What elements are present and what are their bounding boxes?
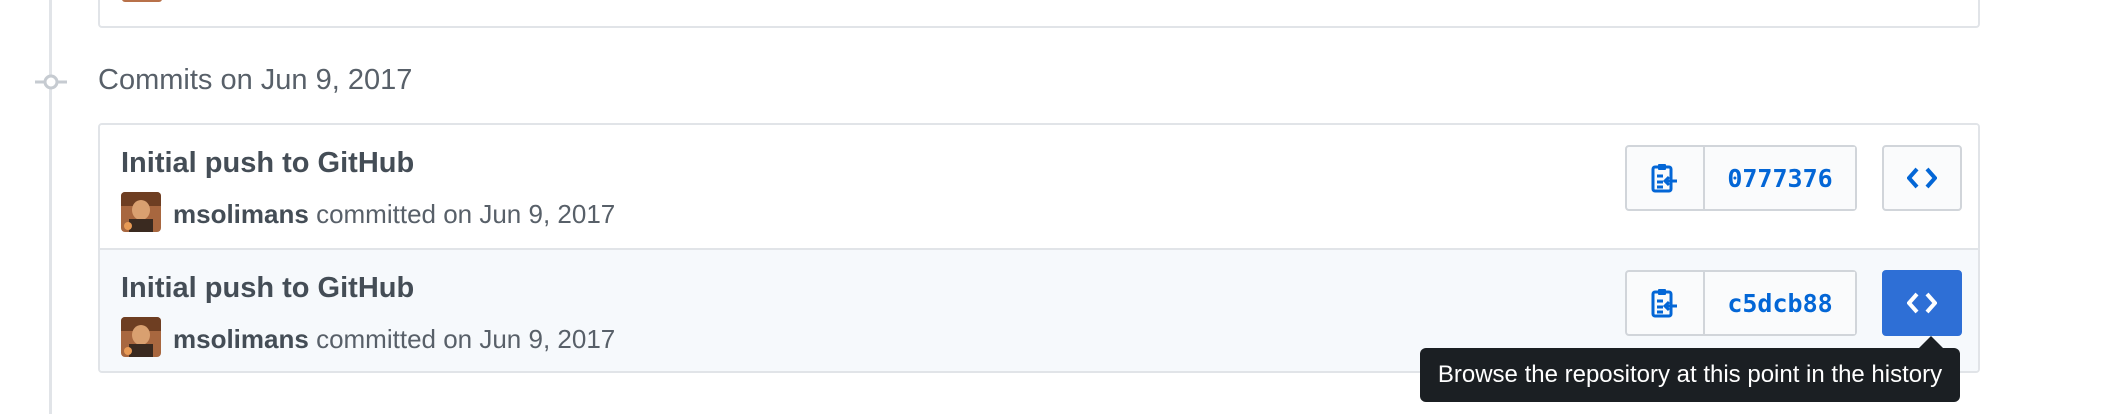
commits-page: Commits on Jun 9, 2017 Initial push to G… [0, 0, 2128, 414]
commit-node-icon [35, 74, 67, 90]
browse-repo-button[interactable] [1882, 145, 1962, 211]
avatar[interactable] [122, 0, 162, 2]
timeline-line [49, 0, 52, 414]
copy-sha-button[interactable] [1627, 272, 1705, 334]
browse-tooltip: Browse the repository at this point in t… [1420, 348, 1960, 402]
commit-sha-group: c5dcb88 [1625, 270, 1857, 336]
commit-sha-group: 0777376 [1625, 145, 1857, 211]
commit-sha-link[interactable]: 0777376 [1705, 147, 1855, 209]
avatar[interactable] [121, 192, 161, 232]
commit-date: committed on Jun 9, 2017 [316, 199, 616, 229]
commit-group-title: Commits on Jun 9, 2017 [98, 64, 413, 96]
browse-repo-button[interactable] [1882, 270, 1962, 336]
tooltip-arrow [1919, 336, 1943, 348]
clipboard-icon [1651, 164, 1677, 193]
commit-date: committed on Jun 9, 2017 [316, 324, 616, 354]
commit-title-link[interactable]: Initial push to GitHub [121, 147, 414, 180]
copy-sha-button[interactable] [1627, 147, 1705, 209]
avatar[interactable] [121, 317, 161, 357]
commit-title-link[interactable]: Initial push to GitHub [121, 272, 414, 305]
commit-author-link[interactable]: msolimans [173, 199, 309, 229]
commit-author-link[interactable]: msolimans [173, 324, 309, 354]
commit-row: Initial push to GitHub msolimans committ… [100, 125, 1978, 250]
clipboard-icon [1651, 289, 1677, 318]
code-icon [1907, 292, 1937, 314]
commit-sha-link[interactable]: c5dcb88 [1705, 272, 1855, 334]
previous-commit-group [98, 0, 1980, 28]
code-icon [1907, 167, 1937, 189]
commit-meta: msolimans committed on Jun 9, 2017 [173, 199, 615, 230]
commit-list: Initial push to GitHub msolimans committ… [98, 123, 1980, 373]
commit-meta: msolimans committed on Jun 9, 2017 [173, 324, 615, 355]
